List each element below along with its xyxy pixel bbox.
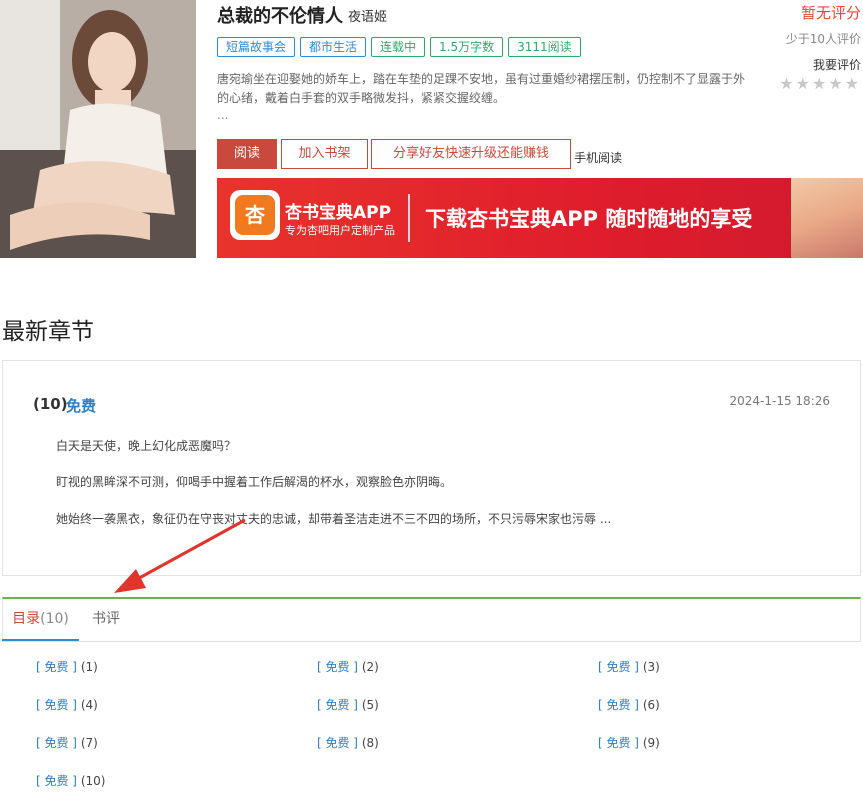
toc-item[interactable]: [ 免费 ] (7) bbox=[36, 734, 98, 751]
tab-toc-label: 目录 bbox=[12, 611, 41, 627]
mobile-read-link[interactable]: 手机阅读 bbox=[574, 149, 622, 166]
add-to-shelf-button[interactable]: 加入书架 bbox=[281, 139, 368, 169]
rating-count: 少于10人评价 bbox=[785, 32, 861, 46]
toc-item[interactable]: [ 免费 ] (9) bbox=[598, 734, 660, 751]
book-description: 唐宛瑜坐在迎娶她的娇车上，踏在车垫的足踝不安地，虽有过重婚纱裙摆压制，仍控制不了… bbox=[217, 72, 746, 105]
description-ellipsis: ... bbox=[217, 108, 229, 122]
latest-chapter-number[interactable]: (10) bbox=[33, 395, 68, 413]
toc-free-label: [ 免费 ] bbox=[36, 736, 77, 750]
tag-list: 短篇故事会 都市生活 连载中 1.5万字数 3111阅读 bbox=[217, 37, 581, 57]
toc-free-label: [ 免费 ] bbox=[36, 660, 77, 674]
chapter-excerpt-line: 她始终一袭黑衣，象征仍在守丧对丈夫的忠诚，却带着圣洁走进不三不四的场所，不只污辱… bbox=[56, 512, 612, 526]
toc-item[interactable]: [ 免费 ] (1) bbox=[36, 658, 98, 675]
star-rating-input[interactable]: ★★★★★ bbox=[779, 74, 861, 93]
latest-chapter-heading: 最新章节 bbox=[2, 319, 94, 345]
tab-toc-count: (10) bbox=[40, 611, 69, 627]
share-button[interactable]: 分享好友快速升级还能赚钱 bbox=[371, 139, 571, 169]
tag-category[interactable]: 短篇故事会 bbox=[217, 37, 296, 57]
toc-chapter-number: (9) bbox=[642, 736, 660, 750]
toc-free-label: [ 免费 ] bbox=[598, 660, 639, 674]
latest-chapter-card bbox=[2, 360, 861, 576]
banner-slogan: 下载杏书宝典APP 随时随地的享受 bbox=[425, 207, 753, 231]
toc-free-label: [ 免费 ] bbox=[317, 660, 358, 674]
toc-free-label: [ 免费 ] bbox=[317, 736, 358, 750]
book-author[interactable]: 夜语姬 bbox=[348, 6, 387, 25]
toc-chapter-number: (2) bbox=[361, 660, 379, 674]
toc-item[interactable]: [ 免费 ] (4) bbox=[36, 696, 98, 713]
app-download-banner[interactable]: 杏 杏书宝典APP 专为杏吧用户定制产品 下载杏书宝典APP 随时随地的享受 bbox=[217, 178, 863, 258]
cover-illustration bbox=[0, 0, 196, 258]
tag-read-count: 3111阅读 bbox=[508, 37, 581, 57]
toc-free-label: [ 免费 ] bbox=[598, 736, 639, 750]
toc-chapter-number: (3) bbox=[642, 660, 660, 674]
toc-chapter-number: (6) bbox=[642, 698, 660, 712]
read-button[interactable]: 阅读 bbox=[217, 139, 277, 169]
toc-item[interactable]: [ 免费 ] (5) bbox=[317, 696, 379, 713]
banner-app-name: 杏书宝典APP bbox=[285, 203, 392, 223]
toc-item[interactable]: [ 免费 ] (6) bbox=[598, 696, 660, 713]
toc-free-label: [ 免费 ] bbox=[598, 698, 639, 712]
tab-bar bbox=[2, 597, 861, 642]
toc-free-label: [ 免费 ] bbox=[36, 698, 77, 712]
toc-free-label: [ 免费 ] bbox=[317, 698, 358, 712]
banner-model-image bbox=[791, 178, 863, 258]
rating-score: 暂无评分 bbox=[800, 4, 861, 22]
toc-chapter-number: (10) bbox=[80, 774, 106, 788]
toc-item[interactable]: [ 免费 ] (10) bbox=[36, 772, 105, 789]
toc-chapter-number: (5) bbox=[361, 698, 379, 712]
rate-me-label: 我要评价 bbox=[812, 58, 861, 72]
toc-item[interactable]: [ 免费 ] (3) bbox=[598, 658, 660, 675]
chapter-excerpt-line: 盯视的黑眸深不可测，仰喝手中握着工作后解渴的杯水，观察脸色亦阴晦。 bbox=[56, 475, 453, 489]
banner-divider bbox=[408, 194, 410, 242]
chapter-excerpt-line: 白天是天使，晚上幻化成恶魔吗？ bbox=[56, 439, 237, 453]
tab-toc[interactable]: 目录(10) bbox=[2, 599, 79, 641]
toc-chapter-number: (4) bbox=[80, 698, 98, 712]
tag-genre[interactable]: 都市生活 bbox=[300, 37, 367, 57]
latest-chapter-time: 2024-1-15 18:26 bbox=[729, 394, 831, 408]
book-title: 总裁的不伦情人 bbox=[217, 6, 343, 27]
app-logo-glyph: 杏 bbox=[235, 195, 275, 235]
tag-status: 连载中 bbox=[371, 37, 426, 57]
toc-free-label: [ 免费 ] bbox=[36, 774, 77, 788]
toc-chapter-number: (7) bbox=[80, 736, 98, 750]
toc-item[interactable]: [ 免费 ] (8) bbox=[317, 734, 379, 751]
book-cover-image[interactable] bbox=[0, 0, 196, 258]
app-logo-icon: 杏 bbox=[230, 190, 280, 240]
tab-reviews[interactable]: 书评 bbox=[92, 599, 120, 639]
toc-chapter-number: (8) bbox=[361, 736, 379, 750]
tag-word-count: 1.5万字数 bbox=[430, 37, 504, 57]
toc-item[interactable]: [ 免费 ] (2) bbox=[317, 658, 379, 675]
banner-app-subtitle: 专为杏吧用户定制产品 bbox=[285, 224, 395, 237]
latest-chapter-free-link[interactable]: 免费 bbox=[66, 395, 96, 416]
toc-chapter-number: (1) bbox=[80, 660, 98, 674]
